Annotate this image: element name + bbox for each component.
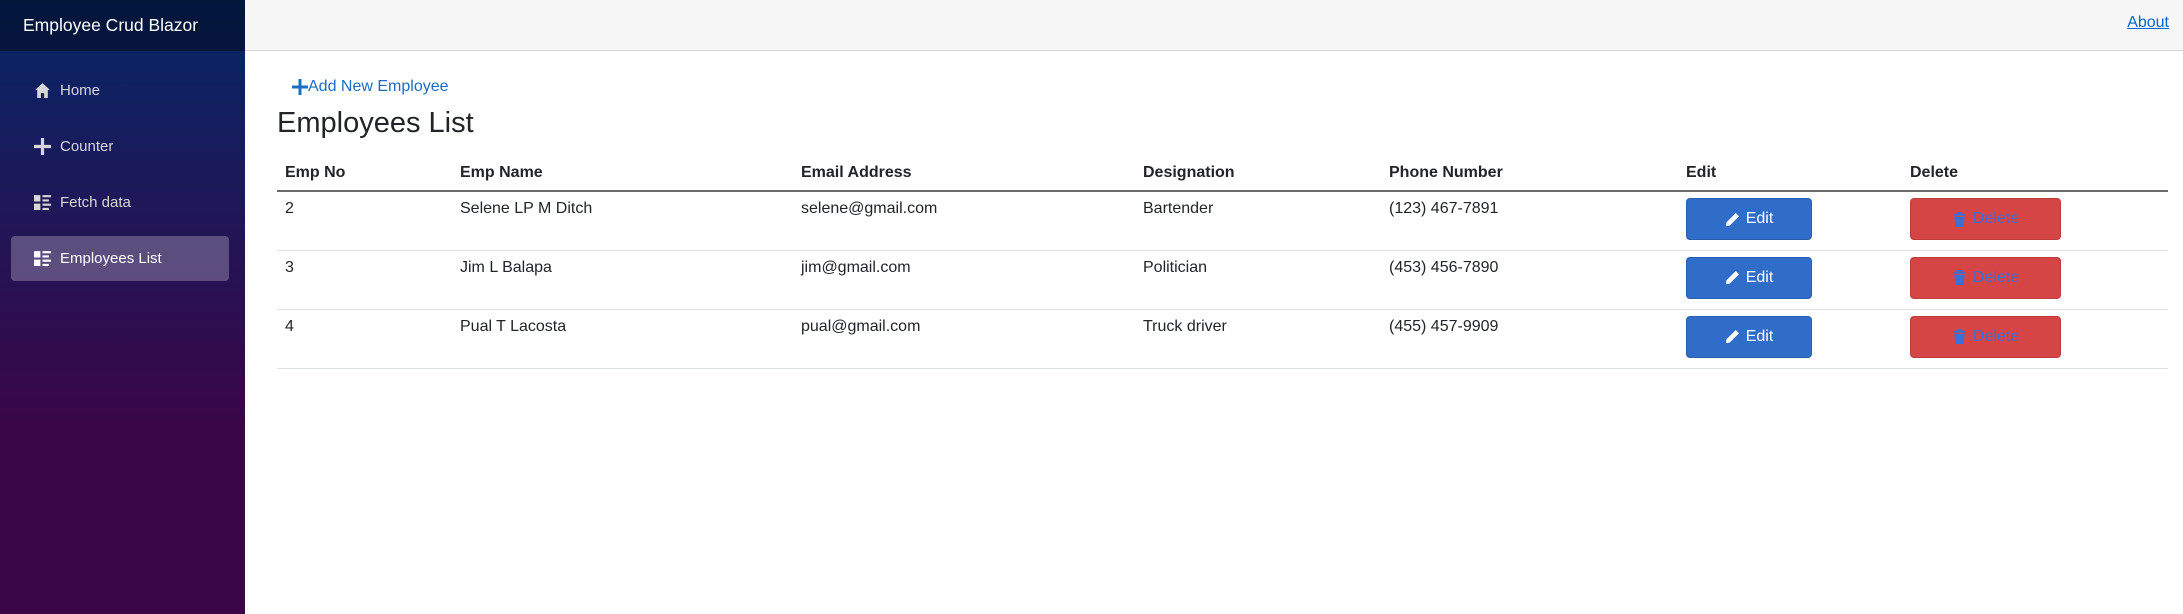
column-header-emp-name: Emp Name <box>452 156 793 192</box>
trash-icon <box>1952 211 1967 227</box>
sidebar-item-employees-list[interactable]: Employees List <box>11 236 229 281</box>
edit-button[interactable]: Edit <box>1686 256 1812 299</box>
edit-cell: Edit <box>1678 191 1902 251</box>
designation-cell: Bartender <box>1135 191 1381 251</box>
column-header-phone: Phone Number <box>1381 156 1678 192</box>
table-header-row: Emp No Emp Name Email Address Designatio… <box>277 156 2168 192</box>
trash-icon <box>1952 329 1967 344</box>
edit-label: Edit <box>1745 268 1774 286</box>
add-new-employee-label: Add New Employee <box>308 78 449 95</box>
top-row: About <box>245 0 2183 51</box>
employees-table: Emp No Emp Name Email Address Designatio… <box>277 156 2168 369</box>
pencil-icon <box>1725 329 1740 344</box>
home-icon <box>34 82 51 99</box>
delete-label: Delete <box>1972 268 2020 286</box>
sidebar-item-label: Fetch data <box>60 194 131 211</box>
email-cell: pual@gmail.com <box>793 309 1135 369</box>
edit-label: Edit <box>1745 327 1774 345</box>
designation-cell: Truck driver <box>1135 309 1381 369</box>
sidebar-item-label: Counter <box>60 138 114 155</box>
delete-cell: Delete <box>1902 250 2168 310</box>
brand-bar: Employee Crud Blazor <box>0 0 245 51</box>
sidebar-item-counter[interactable]: Counter <box>11 124 229 169</box>
emp-no-cell: 3 <box>277 250 452 310</box>
column-header-delete: Delete <box>1902 156 2168 192</box>
table-row: 3 Jim L Balapa jim@gmail.com Politician … <box>277 250 2168 310</box>
phone-cell: (123) 467-7891 <box>1381 191 1678 251</box>
sidebar-item-label: Home <box>60 82 101 99</box>
sidebar-item-home[interactable]: Home <box>11 68 229 113</box>
edit-cell: Edit <box>1678 309 1902 369</box>
delete-button[interactable]: Delete <box>1910 315 2061 358</box>
delete-button[interactable]: Delete <box>1910 198 2061 240</box>
emp-name-cell: Pual T Lacosta <box>452 309 793 369</box>
add-new-employee-link[interactable]: Add New Employee <box>292 78 449 96</box>
pencil-icon <box>1725 212 1740 227</box>
delete-button[interactable]: Delete <box>1910 256 2061 299</box>
page-title: Employees List <box>277 107 474 139</box>
column-header-designation: Designation <box>1135 156 1381 192</box>
plus-icon <box>34 138 51 155</box>
email-cell: selene@gmail.com <box>793 191 1135 251</box>
column-header-edit: Edit <box>1678 156 1902 192</box>
sidebar: Employee Crud Blazor Home Counter Fetch … <box>0 0 245 614</box>
edit-cell: Edit <box>1678 250 1902 310</box>
column-header-emp-no: Emp No <box>277 156 452 192</box>
app-brand[interactable]: Employee Crud Blazor <box>23 16 198 35</box>
emp-name-cell: Selene LP M Ditch <box>452 191 793 251</box>
table-row: 4 Pual T Lacosta pual@gmail.com Truck dr… <box>277 309 2168 369</box>
plus-icon <box>292 79 308 95</box>
sidebar-item-fetch-data[interactable]: Fetch data <box>11 180 229 225</box>
email-cell: jim@gmail.com <box>793 250 1135 310</box>
edit-button[interactable]: Edit <box>1686 315 1812 358</box>
phone-cell: (453) 456-7890 <box>1381 250 1678 310</box>
edit-button[interactable]: Edit <box>1686 198 1812 240</box>
delete-cell: Delete <box>1902 309 2168 369</box>
table-row: 2 Selene LP M Ditch selene@gmail.com Bar… <box>277 191 2168 251</box>
delete-label: Delete <box>1972 210 2020 227</box>
about-link[interactable]: About <box>2127 14 2169 32</box>
sidebar-item-label: Employees List <box>60 250 162 267</box>
emp-no-cell: 2 <box>277 191 452 251</box>
trash-icon <box>1952 270 1967 285</box>
emp-name-cell: Jim L Balapa <box>452 250 793 310</box>
column-header-email: Email Address <box>793 156 1135 192</box>
designation-cell: Politician <box>1135 250 1381 310</box>
edit-label: Edit <box>1745 210 1774 227</box>
delete-label: Delete <box>1972 327 2020 345</box>
list-rich-icon <box>34 250 51 267</box>
delete-cell: Delete <box>1902 191 2168 251</box>
emp-no-cell: 4 <box>277 309 452 369</box>
pencil-icon <box>1725 270 1740 285</box>
phone-cell: (455) 457-9909 <box>1381 309 1678 369</box>
list-rich-icon <box>34 194 51 211</box>
